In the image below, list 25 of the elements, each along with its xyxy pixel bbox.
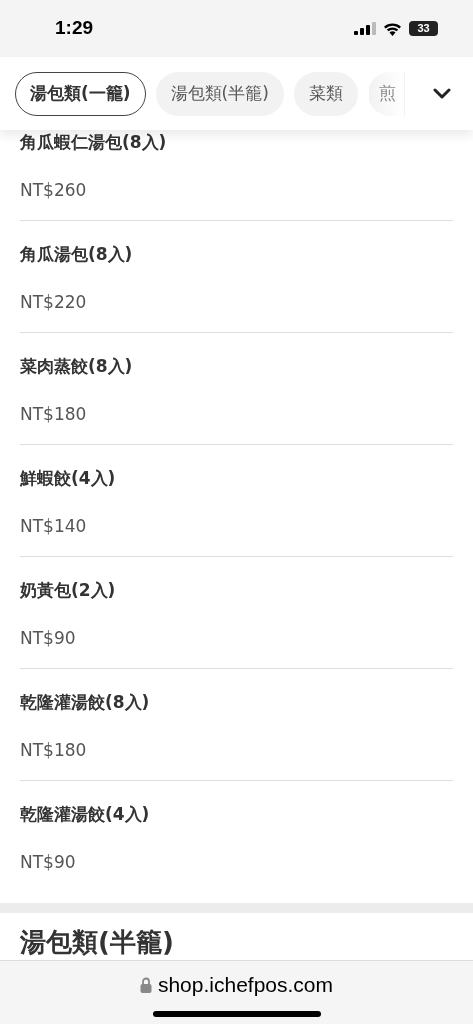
chevron-down-icon[interactable]	[433, 88, 451, 99]
item-name[interactable]: 奶黃包(2入)	[20, 578, 453, 602]
url-text[interactable]: shop.ichefpos.com	[157, 969, 334, 1001]
wifi-icon	[383, 21, 402, 36]
item-price: NT$140	[20, 515, 88, 538]
clock-time: 1:29	[55, 16, 94, 41]
category-tab[interactable]: 湯包類(一籠)	[15, 71, 146, 116]
item-name[interactable]: 乾隆灌湯餃(4入)	[20, 802, 453, 826]
item-price: NT$180	[20, 403, 88, 426]
item-price: NT$90	[20, 627, 77, 650]
signal-icon	[354, 22, 376, 35]
battery-icon: 33	[409, 21, 438, 36]
item-price: NT$220	[20, 291, 88, 314]
section-heading: 湯包類(半籠)	[20, 927, 174, 957]
item-name[interactable]: 菜肉蒸餃(8入)	[20, 354, 453, 378]
item-name[interactable]: 角瓜湯包(8入)	[20, 242, 453, 266]
item-price: NT$260	[20, 179, 88, 202]
category-tab[interactable]: 湯包類(半籠)	[155, 71, 284, 116]
category-tab[interactable]: 菜類	[293, 71, 358, 116]
item-price: NT$180	[20, 739, 88, 762]
item-name[interactable]: 角瓜蝦仁湯包(8入)	[20, 130, 453, 154]
item-name[interactable]: 鮮蝦餃(4入)	[20, 466, 453, 490]
item-price: NT$90	[20, 851, 77, 874]
item-name[interactable]: 乾隆灌湯餃(8入)	[20, 690, 453, 714]
lock-icon	[139, 976, 152, 993]
